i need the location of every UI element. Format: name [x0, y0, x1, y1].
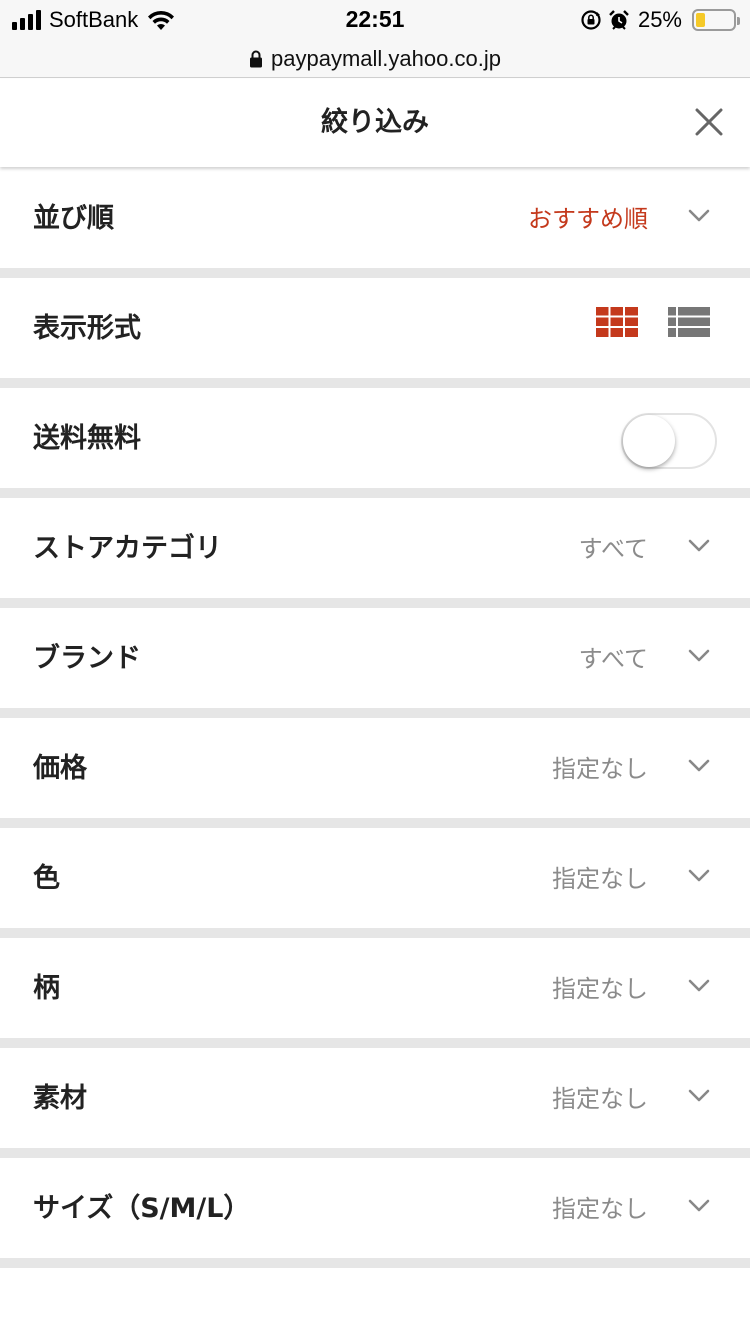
grid-view-icon[interactable]: [596, 307, 638, 337]
lock-icon: [250, 50, 263, 67]
filter-row-color[interactable]: 色 指定なし: [0, 828, 750, 938]
wifi-icon: [148, 10, 175, 30]
filter-value-store-category: すべて: [578, 535, 648, 563]
filter-label-material: 素材: [33, 1083, 87, 1114]
status-left: SoftBank: [12, 6, 176, 34]
battery-percent: 25%: [637, 7, 682, 32]
filter-label-store-category: ストアカテゴリ: [33, 533, 222, 564]
filter-label-pattern: 柄: [33, 973, 60, 1004]
battery-icon: [692, 9, 740, 31]
status-bar: SoftBank 22:51 25%: [0, 0, 750, 40]
url-text: paypaymall.yahoo.co.jp: [271, 45, 501, 71]
rotation-lock-icon: [581, 10, 601, 30]
list-view-icon[interactable]: [668, 307, 710, 337]
chevron-down-icon: [688, 539, 710, 552]
filter-list: 並び順 おすすめ順 表示形式 送料無料 ストアカテゴリ すべて ブランド すべて: [0, 168, 750, 1268]
chevron-down-icon: [688, 209, 710, 222]
filter-label-free-shipping: 送料無料: [33, 423, 141, 454]
toggle-knob: [623, 415, 675, 467]
filter-row-brand[interactable]: ブランド すべて: [0, 608, 750, 718]
filter-row-display: 表示形式: [0, 278, 750, 388]
filter-row-material[interactable]: 素材 指定なし: [0, 1048, 750, 1158]
filter-label-brand: ブランド: [33, 643, 141, 674]
filter-value-sort: おすすめ順: [528, 205, 648, 233]
chevron-down-icon: [688, 649, 710, 662]
filter-row-store-category[interactable]: ストアカテゴリ すべて: [0, 498, 750, 608]
battery-nub: [737, 17, 740, 25]
filter-value-size: 指定なし: [552, 1195, 648, 1223]
filter-value-color: 指定なし: [552, 865, 648, 893]
filter-label-price: 価格: [33, 753, 87, 784]
chevron-down-icon: [688, 979, 710, 992]
chevron-down-icon: [688, 759, 710, 772]
page-title: 絞り込み: [321, 107, 429, 138]
filter-row-sort[interactable]: 並び順 おすすめ順: [0, 168, 750, 278]
filter-label-color: 色: [33, 863, 60, 894]
filter-label-sort: 並び順: [33, 203, 114, 234]
battery-fill: [696, 13, 705, 27]
filter-value-brand: すべて: [578, 645, 648, 673]
status-right: 25%: [580, 6, 740, 34]
filter-value-pattern: 指定なし: [552, 975, 648, 1003]
free-shipping-toggle[interactable]: [621, 413, 717, 469]
filter-value-material: 指定なし: [552, 1085, 648, 1113]
url-bar[interactable]: paypaymall.yahoo.co.jp: [0, 40, 750, 78]
filter-value-price: 指定なし: [552, 755, 648, 783]
carrier-name: SoftBank: [49, 7, 139, 32]
alarm-icon: [609, 10, 629, 30]
filter-row-pattern[interactable]: 柄 指定なし: [0, 938, 750, 1048]
filter-row-free-shipping: 送料無料: [0, 388, 750, 498]
filter-row-size[interactable]: サイズ（S/M/L） 指定なし: [0, 1158, 750, 1268]
chevron-down-icon: [688, 1089, 710, 1102]
close-icon[interactable]: [694, 107, 724, 137]
chevron-down-icon: [688, 1199, 710, 1212]
filter-header: 絞り込み: [0, 79, 750, 167]
chevron-down-icon: [688, 869, 710, 882]
signal-icon: [12, 10, 41, 30]
filter-label-size: サイズ（S/M/L）: [33, 1193, 251, 1224]
filter-row-price[interactable]: 価格 指定なし: [0, 718, 750, 828]
filter-label-display: 表示形式: [33, 313, 141, 344]
